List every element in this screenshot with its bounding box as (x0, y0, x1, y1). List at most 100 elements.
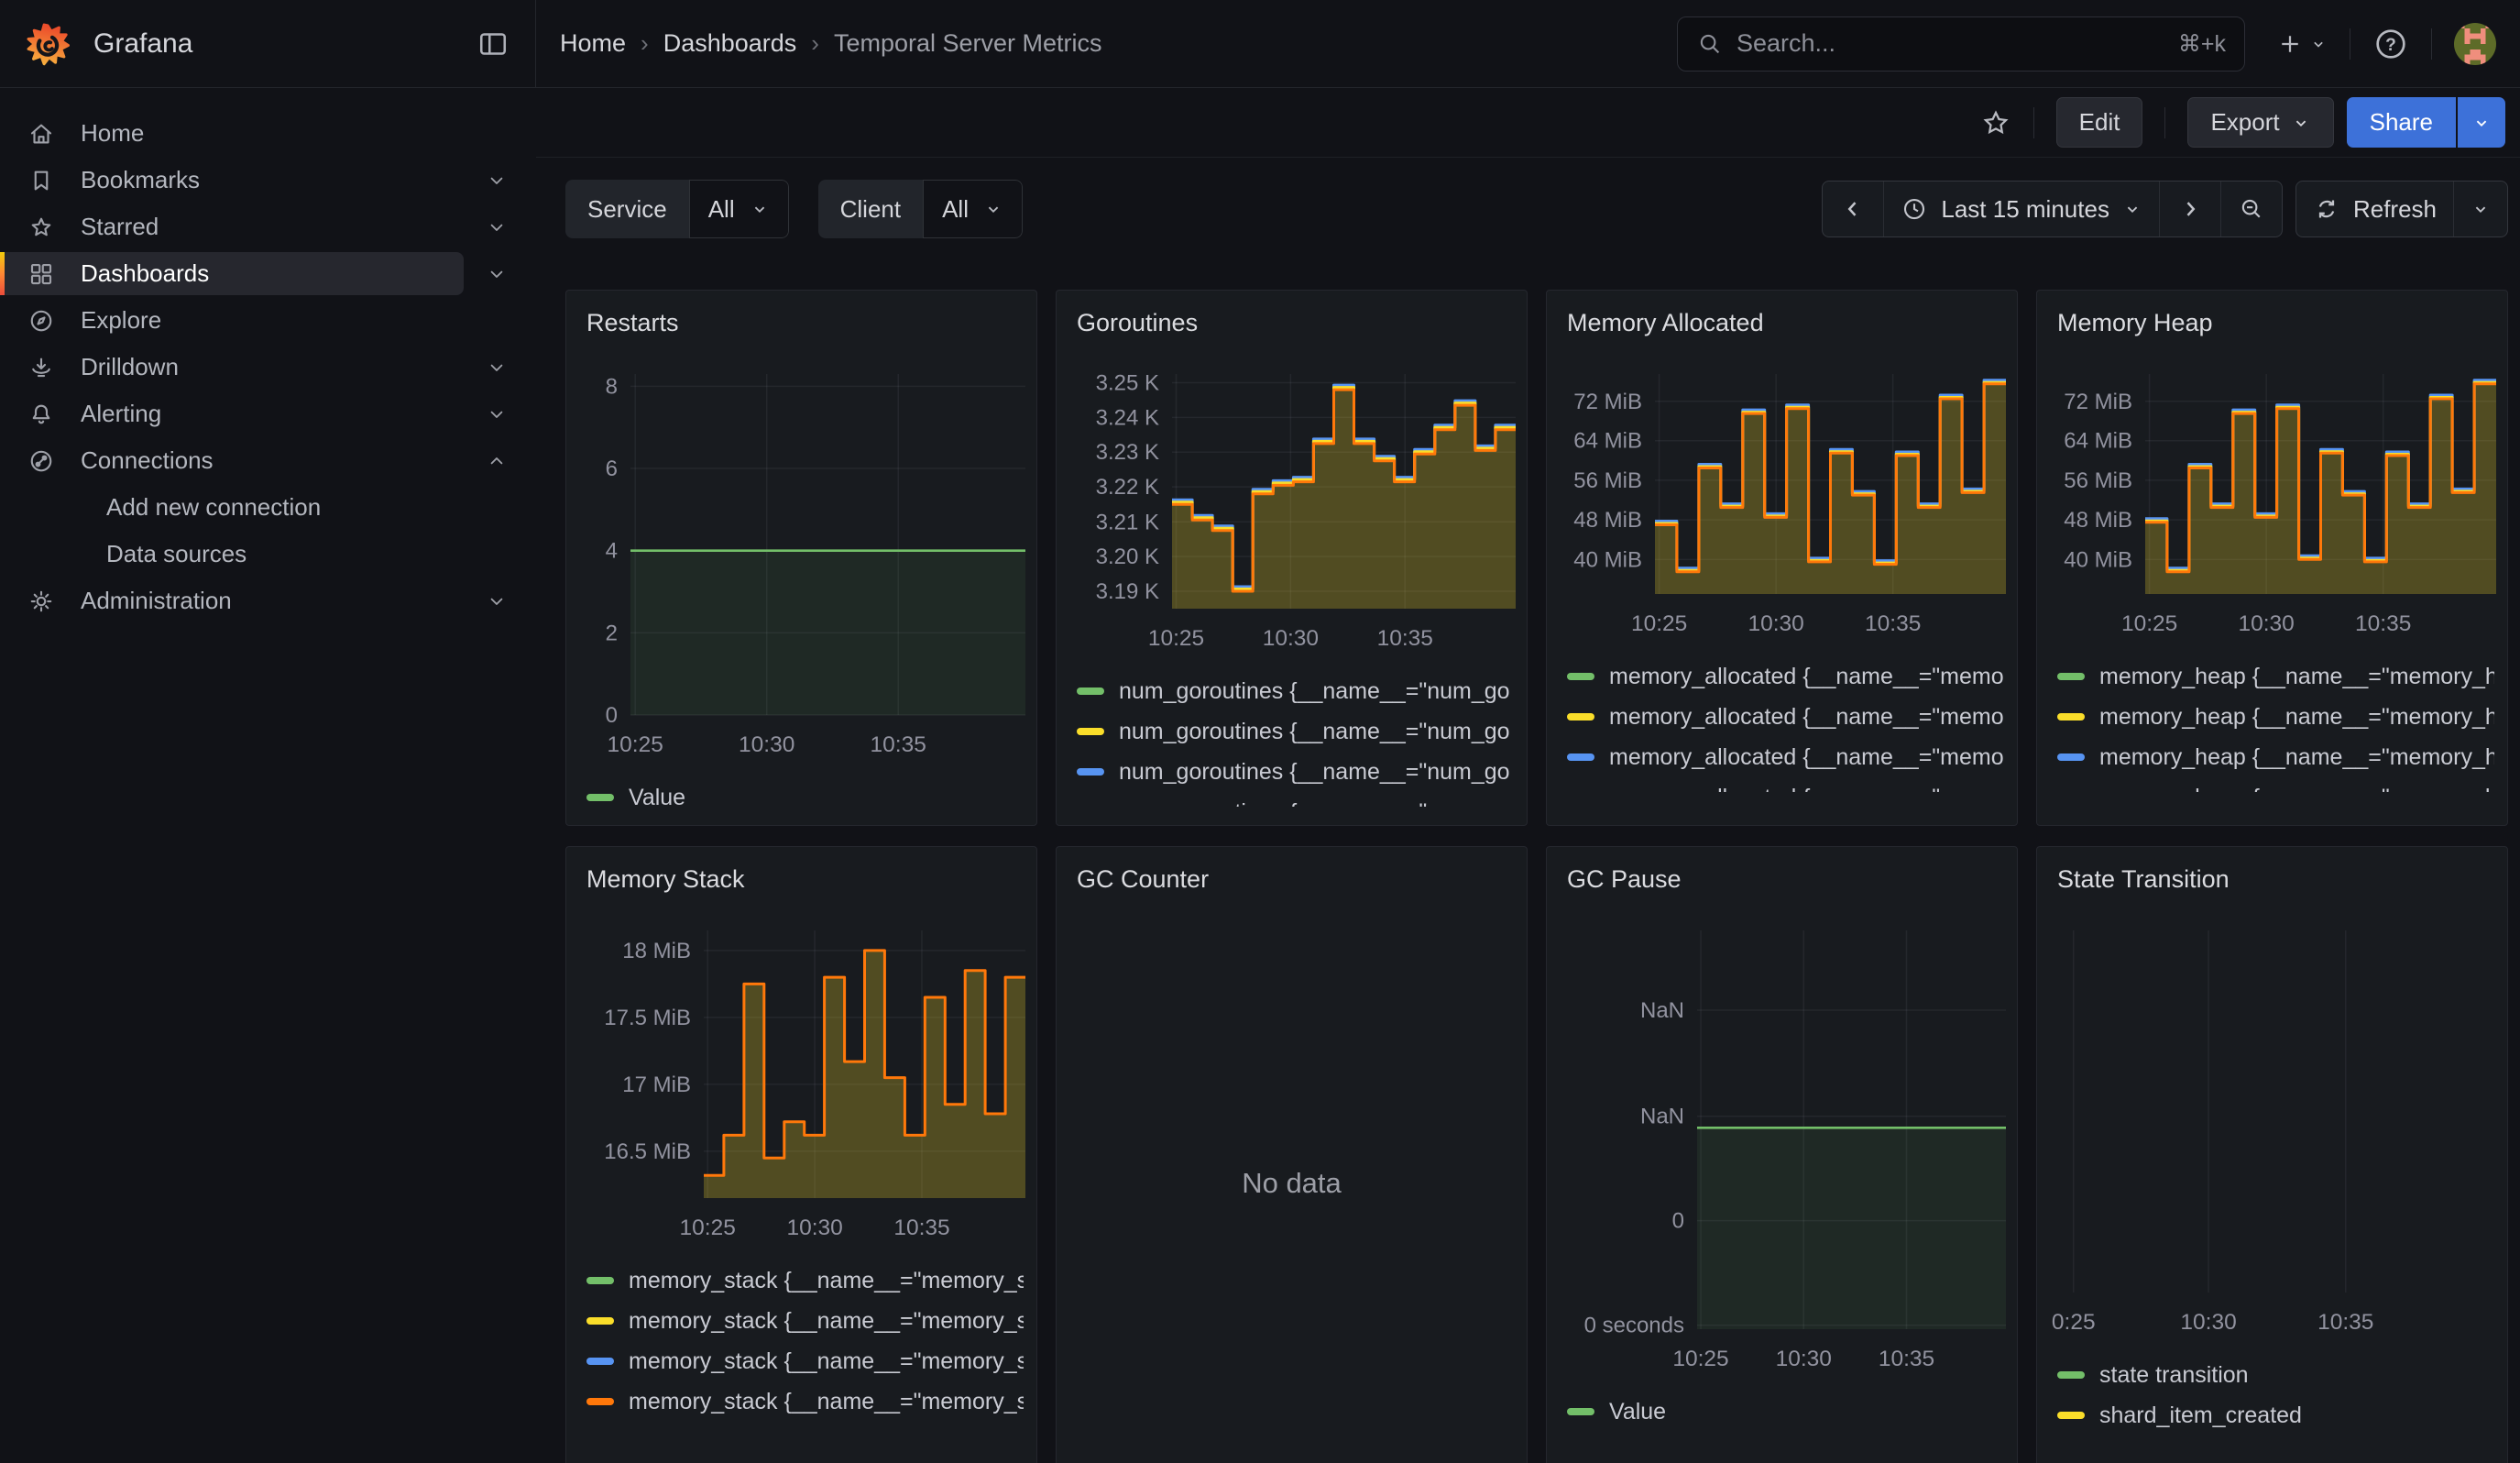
chevron-up-icon[interactable] (485, 449, 509, 473)
chart-area[interactable]: 3.25 K3.24 K3.23 K3.22 K3.21 K3.20 K3.19… (1069, 374, 1514, 656)
sidebar-item-home[interactable]: Home (0, 110, 536, 157)
top-bar: Grafana Home › Dashboards › Temporal Ser… (0, 0, 2520, 88)
chart-area[interactable]: 8642010:2510:3010:35 (579, 374, 1024, 763)
panel-title[interactable]: GC Pause (1560, 860, 2004, 899)
export-button[interactable]: Export (2187, 97, 2333, 148)
dock-menu-icon[interactable] (477, 28, 509, 60)
sidebar-item-administration[interactable]: Administration (0, 578, 536, 624)
panel-memory-allocated: Memory Allocated 72 MiB64 MiB56 MiB48 MiB… (1546, 290, 2018, 826)
sidebar-item-label: Drilldown (81, 353, 474, 381)
panel-title[interactable]: GC Counter (1069, 860, 1514, 899)
avatar[interactable] (2454, 23, 2496, 65)
svg-text:10:35: 10:35 (871, 732, 926, 757)
sidebar-item-add-new-connection[interactable]: Add new connection (0, 484, 536, 531)
breadcrumb-dashboards[interactable]: Dashboards (663, 29, 797, 58)
panel-title[interactable]: Restarts (579, 303, 1024, 343)
panel-title[interactable]: Memory Stack (579, 860, 1024, 899)
legend-label: Value (1609, 1399, 1666, 1425)
legend-item[interactable]: memory_allocated {__name__="memo (1567, 777, 2004, 792)
chevron-down-icon[interactable] (485, 169, 509, 192)
sidebar-item-label: Starred (81, 213, 474, 241)
svg-text:10:35: 10:35 (1879, 1347, 1934, 1371)
sidebar-item-alerting[interactable]: Alerting (0, 390, 536, 437)
search-field[interactable] (1737, 29, 2165, 58)
time-forward-button[interactable] (2159, 182, 2220, 236)
sidebar-item-starred[interactable]: Starred (0, 204, 536, 250)
legend-item[interactable]: memory_heap {__name__="memory_h (2057, 737, 2494, 777)
sidebar-item-connections[interactable]: Connections (0, 437, 536, 484)
refresh-button[interactable]: Refresh (2296, 182, 2453, 236)
chart-area[interactable]: 72 MiB64 MiB56 MiB48 MiB40 MiB10:2510:30… (1560, 374, 2004, 642)
add-new-button[interactable] (2276, 30, 2328, 58)
chart-area[interactable]: 72 MiB64 MiB56 MiB48 MiB40 MiB10:2510:30… (2050, 374, 2494, 642)
legend-item[interactable]: memory_allocated {__name__="memo (1567, 656, 2004, 697)
panel-title[interactable]: Memory Allocated (1560, 303, 2004, 343)
chart-area[interactable]: 18 MiB17.5 MiB17 MiB16.5 MiB10:2510:3010… (579, 930, 1024, 1246)
dashboard-controls: Service All Client All (565, 180, 2508, 238)
legend-item[interactable]: memory_heap {__name__="memory_h (2057, 777, 2494, 792)
svg-text:3.22 K: 3.22 K (1096, 475, 1159, 500)
sidebar-item-bookmarks[interactable]: Bookmarks (0, 157, 536, 204)
chart-area[interactable]: 0:2510:3010:35 (2050, 930, 2494, 1340)
legend-item[interactable]: Value (586, 777, 1024, 818)
legend-item[interactable]: memory_stack {__name__="memory_s (586, 1301, 1024, 1341)
legend-item[interactable]: num_goroutines {__name__="num_go (1077, 792, 1514, 807)
share-dropdown-icon[interactable] (2458, 97, 2505, 148)
svg-text:10:35: 10:35 (893, 1216, 949, 1240)
chevron-down-icon[interactable] (485, 356, 509, 380)
sidebar-item-drilldown[interactable]: Drilldown (0, 344, 536, 390)
grafana-logo-icon[interactable] (26, 22, 70, 66)
panel-title[interactable]: Goroutines (1069, 303, 1514, 343)
breadcrumb-home[interactable]: Home (560, 29, 626, 58)
legend-item[interactable]: memory_stack {__name__="memory_s (586, 1381, 1024, 1422)
sidebar-item-explore[interactable]: Explore (0, 297, 536, 344)
sidebar-item-data-sources[interactable]: Data sources (0, 531, 536, 578)
legend-label: memory_stack {__name__="memory_s (629, 1389, 1024, 1415)
legend-swatch (1567, 713, 1594, 720)
search-icon (1696, 30, 1724, 58)
legend: state transitionshard_item_created (2050, 1355, 2494, 1436)
clock-icon (1901, 195, 1928, 223)
chart-area[interactable]: NaNNaN00 seconds10:2510:3010:35 (1560, 930, 2004, 1377)
legend-item[interactable]: shard_item_created (2057, 1395, 2494, 1436)
legend-item[interactable]: state transition (2057, 1355, 2494, 1395)
zoom-out-icon (2238, 195, 2265, 223)
legend-item[interactable]: Value (1567, 1392, 2004, 1432)
sidebar-item-dashboards[interactable]: Dashboards (0, 250, 536, 297)
legend-item[interactable]: num_goroutines {__name__="num_go (1077, 671, 1514, 711)
legend-item[interactable]: num_goroutines {__name__="num_go (1077, 711, 1514, 752)
chevron-down-icon[interactable] (485, 589, 509, 613)
service-variable-select[interactable]: All (689, 180, 789, 238)
time-back-button[interactable] (1823, 182, 1883, 236)
search-input[interactable]: ⌘+k (1677, 16, 2245, 72)
legend-item[interactable]: memory_heap {__name__="memory_h (2057, 697, 2494, 737)
legend-item[interactable]: memory_stack {__name__="memory_s (586, 1260, 1024, 1301)
time-range-picker[interactable]: Last 15 minutes (1883, 182, 2159, 236)
chevron-down-icon[interactable] (485, 215, 509, 239)
refresh-icon (2313, 195, 2340, 223)
panel-title[interactable]: State Transition (2050, 860, 2494, 899)
svg-text:?: ? (2385, 36, 2396, 55)
client-variable-select[interactable]: All (923, 180, 1023, 238)
legend-label: memory_allocated {__name__="memo (1609, 704, 2004, 731)
legend-item[interactable]: memory_allocated {__name__="memo (1567, 697, 2004, 737)
legend-swatch (586, 794, 614, 801)
legend-item[interactable]: memory_stack {__name__="memory_s (586, 1341, 1024, 1381)
sidebar-item-label: Alerting (81, 400, 474, 428)
panel-title[interactable]: Memory Heap (2050, 303, 2494, 343)
chevron-down-icon[interactable] (485, 262, 509, 286)
svg-text:10:30: 10:30 (1776, 1347, 1832, 1371)
share-button[interactable]: Share (2347, 97, 2456, 148)
legend-item[interactable]: memory_heap {__name__="memory_h (2057, 656, 2494, 697)
svg-text:10:35: 10:35 (1377, 626, 1433, 651)
legend-item[interactable]: memory_allocated {__name__="memo (1567, 737, 2004, 777)
favorite-star-icon[interactable] (1980, 107, 2011, 138)
refresh-interval-dropdown[interactable] (2453, 182, 2507, 236)
panel-memory-stack: Memory Stack 18 MiB17.5 MiB17 MiB16.5 MiB… (565, 846, 1037, 1463)
help-icon[interactable]: ? (2372, 26, 2409, 62)
legend-item[interactable]: num_goroutines {__name__="num_go (1077, 752, 1514, 792)
edit-button[interactable]: Edit (2056, 97, 2143, 148)
zoom-out-button[interactable] (2220, 182, 2282, 236)
svg-text:48 MiB: 48 MiB (2064, 508, 2132, 533)
chevron-down-icon[interactable] (485, 402, 509, 426)
